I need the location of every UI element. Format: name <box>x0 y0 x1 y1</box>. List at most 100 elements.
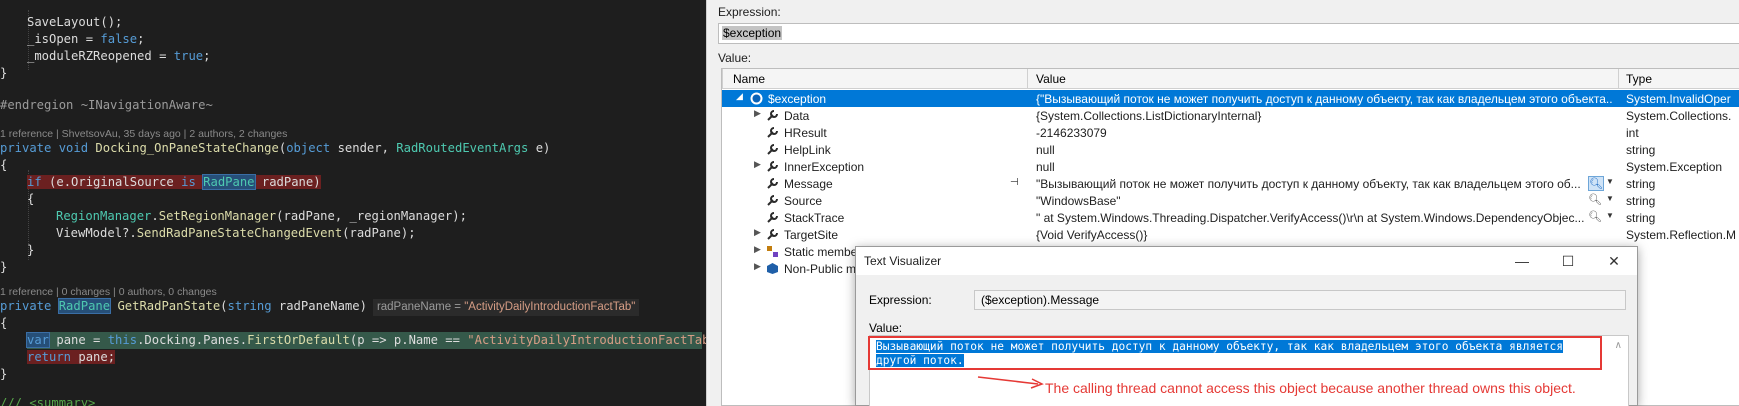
dialog-titlebar[interactable]: Text Visualizer — ☐ ✕ <box>856 247 1637 275</box>
column-divider[interactable] <box>722 69 723 89</box>
watch-row-exception[interactable]: ◢ $exception {"Вызывающий поток не может… <box>722 90 1739 107</box>
expand-arrow-icon[interactable]: ▶ <box>754 244 761 255</box>
code-text: } <box>0 367 8 381</box>
row-name: HResult <box>784 126 827 140</box>
watch-row-helplink[interactable]: HelpLink null string <box>722 141 1739 158</box>
column-header-name[interactable]: Name <box>733 72 765 86</box>
expression-value[interactable]: $exception <box>722 26 783 40</box>
maximize-icon[interactable]: ☐ <box>1545 247 1591 275</box>
column-divider[interactable] <box>1618 69 1619 89</box>
row-name: Message <box>784 177 833 191</box>
static-members-icon <box>767 246 778 257</box>
row-name: TargetSite <box>784 228 839 242</box>
translation-annotation: The calling thread cannot access this ob… <box>1045 380 1576 396</box>
code-text: radPane) <box>254 175 321 189</box>
type-name: RadRoutedEventArgs <box>396 141 529 155</box>
xml-doc-comment: /// <summary> <box>0 396 96 406</box>
code-line: } <box>27 242 34 259</box>
column-header-value[interactable]: Value <box>1036 72 1066 86</box>
row-type: System.Reflection.M <box>1626 228 1737 242</box>
code-text: { <box>27 192 35 206</box>
code-text: sender, <box>330 141 397 155</box>
current-statement-line: var pane = this.Docking.Panes.FirstOrDef… <box>25 332 706 349</box>
expand-arrow-icon[interactable]: ▶ <box>754 159 761 170</box>
code-text: pane = <box>49 333 108 347</box>
visualizer-expression-field[interactable]: ($exception).Message <box>974 290 1626 310</box>
code-text: { <box>0 316 8 330</box>
expression-input[interactable]: $exception <box>718 23 1739 44</box>
row-value: {"Вызывающий поток не может получить дос… <box>1036 92 1612 106</box>
code-line: #endregion ~INavigationAware~ <box>0 97 213 114</box>
code-keyword: return <box>27 350 72 364</box>
code-keyword: void <box>58 141 89 155</box>
code-text: ViewModel?. <box>56 226 137 240</box>
row-value: null <box>1036 160 1055 174</box>
code-line: { <box>0 157 7 174</box>
code-line: private void Docking_OnPaneStateChange(o… <box>0 140 550 157</box>
visualizer-dropdown-icon[interactable]: ▼ <box>1606 194 1614 203</box>
expand-arrow-icon[interactable]: ▶ <box>754 108 761 119</box>
code-text: ; <box>203 49 211 63</box>
code-editor[interactable]: SaveLayout(); _isOpen = false; _moduleRZ… <box>0 0 706 406</box>
row-type: System.Exception <box>1626 160 1723 174</box>
wrench-icon <box>767 195 778 206</box>
type-name: RadPane <box>202 174 256 190</box>
visualizer-expression-label: Expression: <box>869 293 932 307</box>
column-header-type[interactable]: Type <box>1626 72 1652 86</box>
grid-header: Name Value Type <box>722 69 1739 89</box>
row-type: System.Collections. <box>1626 109 1732 123</box>
expand-arrow-icon[interactable]: ▶ <box>754 261 761 272</box>
row-type: string <box>1626 177 1656 191</box>
code-line: { <box>0 315 7 332</box>
watch-row-innerexception[interactable]: ▶ InnerException null System.Exception <box>722 158 1739 175</box>
code-keyword: false <box>100 32 138 46</box>
code-text: (p => p.Name == <box>349 333 468 347</box>
code-text: } <box>27 243 35 257</box>
expand-arrow-icon[interactable]: ▶ <box>754 227 761 238</box>
codelens-text[interactable]: 1 reference | ShvetsovAu, 35 days ago | … <box>0 128 287 140</box>
visualizer-value-text[interactable]: Вызывающий поток не может получить досту… <box>876 340 1596 368</box>
watch-row-stacktrace[interactable]: StackTrace " at System.Windows.Threading… <box>722 209 1739 226</box>
row-value: -2146233079 <box>1036 126 1107 140</box>
close-icon[interactable]: ✕ <box>1591 247 1637 275</box>
code-text: (e.OriginalSource <box>41 175 182 189</box>
code-line: _moduleRZReopened = true; <box>27 48 210 65</box>
minimize-icon[interactable]: — <box>1499 247 1545 275</box>
codelens-text[interactable]: 1 reference | 0 changes | 0 authors, 0 c… <box>0 286 217 298</box>
code-keyword: string <box>227 299 272 313</box>
code-text: } <box>0 260 8 274</box>
watch-row-data[interactable]: ▶ Data {System.Collections.ListDictionar… <box>722 107 1739 124</box>
magnifier-icon[interactable]: 🔍︎ <box>1588 176 1604 191</box>
dialog-title: Text Visualizer <box>864 254 942 268</box>
code-line: RegionManager.SetRegionManager(radPane, … <box>56 208 467 225</box>
collapse-arrow-icon[interactable]: ◢ <box>736 91 743 102</box>
code-text: ( <box>220 299 228 313</box>
code-keyword: if <box>27 175 42 189</box>
visualizer-dropdown-icon[interactable]: ▼ <box>1606 211 1614 220</box>
wrench-icon <box>767 110 778 121</box>
code-keyword: object <box>286 141 331 155</box>
magnifier-icon[interactable]: 🔍︎ <box>1588 210 1602 223</box>
scroll-up-icon[interactable]: ∧ <box>1615 340 1622 351</box>
wrench-icon <box>767 229 778 240</box>
column-divider[interactable] <box>1027 69 1028 89</box>
row-type: System.InvalidOper <box>1626 92 1731 106</box>
watch-row-source[interactable]: Source "WindowsBase" 🔍︎ ▼ string <box>722 192 1739 209</box>
selected-text[interactable]: Вызывающий поток не может получить досту… <box>876 340 1564 367</box>
pin-icon[interactable]: ⊣ <box>1010 177 1024 188</box>
code-text: SaveLayout(); <box>27 15 123 29</box>
code-line: ViewModel?.SendRadPaneStateChangedEvent(… <box>56 225 416 242</box>
row-value: {Void VerifyAccess()} <box>1036 228 1148 242</box>
watch-row-message[interactable]: Message ⊣ "Вызывающий поток не может пол… <box>722 175 1739 192</box>
hint-value: "ActivityDailyIntroductionFactTab" <box>464 301 636 313</box>
watch-row-hresult[interactable]: HResult -2146233079 int <box>722 124 1739 141</box>
wrench-icon <box>767 178 778 189</box>
code-keyword: private <box>0 141 52 155</box>
magnifier-icon[interactable]: 🔍︎ <box>1588 193 1602 206</box>
watch-row-targetsite[interactable]: ▶ TargetSite {Void VerifyAccess()} Syste… <box>722 226 1739 243</box>
code-line: return pane; <box>27 349 116 366</box>
wrench-icon <box>767 212 778 223</box>
visualizer-dropdown-icon[interactable]: ▼ <box>1606 177 1614 186</box>
type-name: RegionManager <box>56 209 152 223</box>
row-type: int <box>1626 126 1639 140</box>
